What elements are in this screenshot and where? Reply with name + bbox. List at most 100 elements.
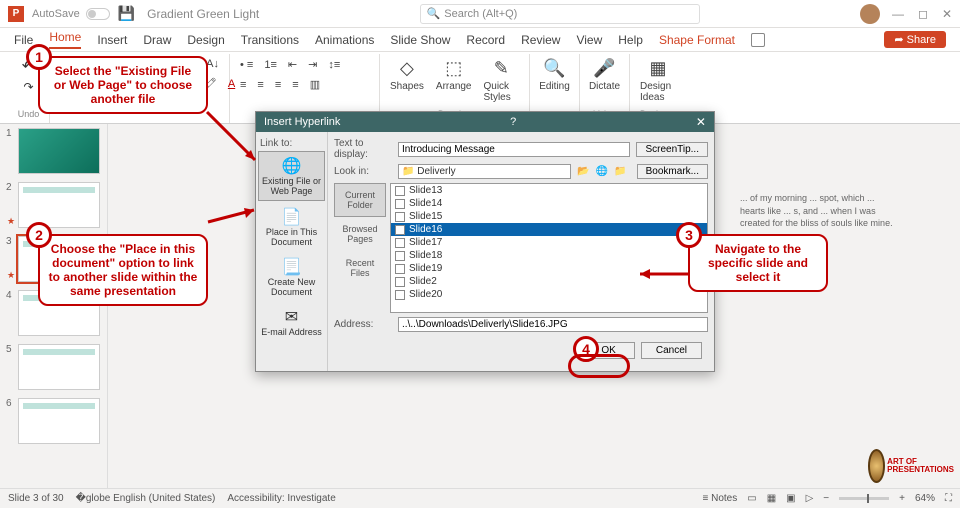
- browse-file-icon[interactable]: 📁: [614, 166, 626, 177]
- link-create-new[interactable]: 📃Create New Document: [258, 253, 325, 301]
- file-item[interactable]: Slide18: [391, 249, 707, 262]
- menu-file[interactable]: File: [14, 33, 33, 47]
- address-input[interactable]: [398, 317, 708, 332]
- link-existing-file[interactable]: 🌐Existing File or Web Page: [258, 151, 325, 201]
- link-place-in-document[interactable]: 📄Place in This Document: [258, 203, 325, 251]
- menu-draw[interactable]: Draw: [143, 33, 171, 47]
- zoom-out-icon[interactable]: −: [823, 493, 829, 504]
- text-to-display-input[interactable]: [398, 142, 630, 157]
- badge-2: 2: [26, 222, 52, 248]
- align-center-icon[interactable]: ≡: [253, 77, 267, 93]
- indent-inc-icon[interactable]: ⇥: [304, 56, 321, 73]
- slide-counter[interactable]: Slide 3 of 30: [8, 493, 64, 504]
- quickstyles-button[interactable]: ✎Quick Styles: [480, 56, 524, 105]
- autosave-toggle[interactable]: [86, 8, 110, 20]
- tab-browsed-pages[interactable]: Browsed Pages: [334, 217, 386, 251]
- menu-slideshow[interactable]: Slide Show: [390, 33, 450, 47]
- thumbnail-2[interactable]: ★: [18, 182, 100, 228]
- menu-home[interactable]: Home: [49, 30, 81, 49]
- linespacing-icon[interactable]: ↕≡: [324, 57, 344, 73]
- columns-icon[interactable]: ▥: [306, 76, 324, 93]
- menu-bar: File Home Insert Draw Design Transitions…: [0, 28, 960, 52]
- file-item[interactable]: Slide13: [391, 184, 707, 197]
- dialog-titlebar[interactable]: Insert Hyperlink ? ✕: [256, 112, 714, 132]
- zoom-in-icon[interactable]: +: [899, 493, 905, 504]
- file-item[interactable]: Slide14: [391, 197, 707, 210]
- file-item[interactable]: Slide20: [391, 288, 707, 301]
- menu-review[interactable]: Review: [521, 33, 560, 47]
- browse-web-icon[interactable]: 🌐: [596, 166, 608, 177]
- dialog-close-icon[interactable]: ✕: [696, 115, 706, 129]
- align-left-icon[interactable]: ≡: [236, 77, 250, 93]
- menu-transitions[interactable]: Transitions: [241, 33, 299, 47]
- menu-animations[interactable]: Animations: [315, 33, 374, 47]
- lookin-label: Look in:: [334, 166, 392, 177]
- menu-view[interactable]: View: [576, 33, 602, 47]
- cancel-button[interactable]: Cancel: [641, 342, 702, 359]
- comments-icon[interactable]: [751, 33, 765, 47]
- justify-icon[interactable]: ≡: [288, 77, 302, 93]
- minimize-icon[interactable]: —: [892, 7, 904, 21]
- accessibility-status[interactable]: Accessibility: Investigate: [227, 493, 335, 504]
- watermark-text: ART OF PRESENTATIONS: [887, 458, 954, 474]
- zoom-slider[interactable]: [839, 497, 889, 500]
- thumbnail-1[interactable]: [18, 128, 100, 174]
- menu-help[interactable]: Help: [618, 33, 643, 47]
- file-list[interactable]: Slide13Slide14Slide15Slide16Slide17Slide…: [390, 183, 708, 313]
- group-undo: Undo: [14, 109, 43, 121]
- insert-hyperlink-dialog: Insert Hyperlink ? ✕ Link to: 🌐Existing …: [255, 111, 715, 372]
- document-icon: 📄: [260, 207, 323, 227]
- align-right-icon[interactable]: ≡: [271, 77, 285, 93]
- slide-body-text: ... of my morning ... spot, which ... he…: [740, 192, 900, 230]
- shapes-button[interactable]: ◇Shapes: [386, 56, 428, 94]
- menu-record[interactable]: Record: [466, 33, 505, 47]
- normal-view-icon[interactable]: ▭: [747, 493, 756, 504]
- thumbnail-5[interactable]: [18, 344, 100, 390]
- redo-icon[interactable]: ↷: [23, 80, 33, 94]
- maximize-icon[interactable]: ◻: [918, 7, 928, 21]
- menu-shapeformat[interactable]: Shape Format: [659, 33, 735, 47]
- link-email[interactable]: ✉E-mail Address: [258, 303, 325, 341]
- file-icon: [395, 277, 405, 287]
- close-icon[interactable]: ✕: [942, 7, 952, 21]
- file-item[interactable]: Slide16: [391, 223, 707, 236]
- notes-button[interactable]: ≡ Notes: [702, 493, 737, 504]
- dialog-title: Insert Hyperlink: [264, 116, 340, 128]
- indent-dec-icon[interactable]: ⇤: [284, 56, 301, 73]
- search-box[interactable]: 🔍 Search (Alt+Q): [420, 4, 700, 24]
- tab-current-folder[interactable]: Current Folder: [334, 183, 386, 217]
- dictate-button[interactable]: 🎤Dictate: [586, 56, 623, 94]
- dialog-help-icon[interactable]: ?: [510, 116, 516, 128]
- design-ideas-button[interactable]: ▦Design Ideas: [636, 56, 680, 105]
- menu-insert[interactable]: Insert: [97, 33, 127, 47]
- file-item[interactable]: Slide15: [391, 210, 707, 223]
- link-to-panel: Link to: 🌐Existing File or Web Page 📄Pla…: [256, 132, 328, 371]
- powerpoint-icon: P: [8, 6, 24, 22]
- up-folder-icon[interactable]: 📂: [577, 166, 589, 177]
- user-avatar[interactable]: [860, 4, 880, 24]
- reading-view-icon[interactable]: ▣: [786, 493, 795, 504]
- arrow-1: [205, 110, 265, 170]
- save-icon[interactable]: 💾: [118, 5, 135, 22]
- arrange-button[interactable]: ⬚Arrange: [432, 56, 476, 94]
- file-icon: [395, 238, 405, 248]
- file-item[interactable]: Slide17: [391, 236, 707, 249]
- bookmark-button[interactable]: Bookmark...: [637, 164, 708, 179]
- search-icon: 🔍: [427, 7, 441, 20]
- editing-button[interactable]: 🔍Editing: [536, 56, 573, 94]
- sorter-view-icon[interactable]: ▦: [767, 493, 776, 504]
- fit-to-window-icon[interactable]: ⛶: [945, 493, 952, 504]
- share-button[interactable]: Share: [884, 31, 946, 48]
- lookin-combo[interactable]: 📁 Deliverly: [398, 164, 571, 179]
- tab-recent-files[interactable]: Recent Files: [334, 251, 386, 285]
- screentip-button[interactable]: ScreenTip...: [636, 142, 708, 157]
- slide-thumbnails[interactable]: 1 2★ 3★ 4 5 6: [0, 124, 108, 488]
- slideshow-view-icon[interactable]: ▷: [806, 493, 814, 504]
- zoom-level[interactable]: 64%: [915, 493, 935, 504]
- thumbnail-6[interactable]: [18, 398, 100, 444]
- language-status[interactable]: �globe English (United States): [76, 493, 216, 504]
- badge-3: 3: [676, 222, 702, 248]
- bullets-icon[interactable]: • ≡: [236, 57, 257, 73]
- numbering-icon[interactable]: 1≡: [260, 57, 281, 73]
- menu-design[interactable]: Design: [187, 33, 224, 47]
